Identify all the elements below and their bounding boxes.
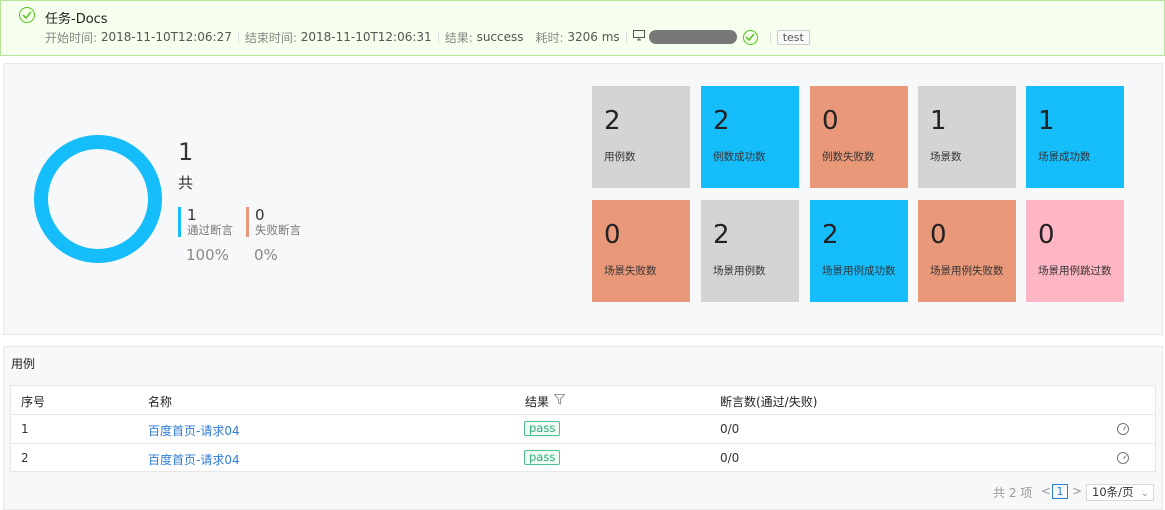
duration-label: 耗时:	[535, 30, 564, 45]
card-case-fail: 0 例数失败数	[810, 86, 908, 188]
task-meta: 开始时间: 2018-11-10T12:06:27 结束时间: 2018-11-…	[45, 29, 810, 45]
card-scene-count: 1 场景数	[918, 86, 1016, 188]
col-assertions: 断言数(通过/失败)	[720, 395, 818, 409]
result-badge: pass	[524, 450, 561, 465]
page-size-value: 10条/页	[1092, 485, 1134, 499]
start-value: 2018-11-10T12:06:27	[100, 30, 232, 44]
fail-label: 失败断言	[255, 223, 301, 237]
card-label: 场景用例成功数	[822, 265, 896, 277]
card-scene-fail: 0 场景失败数	[592, 200, 690, 302]
card-label: 场景数	[930, 151, 962, 163]
row-index: 2	[21, 451, 29, 465]
card-label: 例数失败数	[822, 151, 875, 163]
col-name: 名称	[148, 395, 173, 409]
row-assertions: 0/0	[720, 422, 740, 436]
total-label: 共	[178, 174, 194, 192]
cases-title: 用例	[11, 357, 36, 371]
pass-ring-chart	[34, 135, 162, 263]
card-label: 场景用例失败数	[930, 265, 1004, 277]
card-value: 0	[822, 106, 839, 136]
card-label: 场景成功数	[1038, 151, 1091, 163]
pagination-total: 共 2 项	[993, 486, 1033, 500]
start-label: 开始时间:	[45, 30, 98, 45]
case-name-link[interactable]: 百度首页-请求04	[148, 422, 240, 439]
fail-count: 0	[255, 206, 265, 224]
monitor-icon	[632, 30, 645, 44]
card-label: 场景失败数	[604, 265, 657, 277]
card-value: 1	[930, 106, 947, 136]
success-check-icon	[19, 7, 35, 23]
card-label: 例数成功数	[713, 151, 766, 163]
card-value: 2	[822, 220, 839, 250]
divider	[625, 31, 627, 43]
card-value: 0	[930, 220, 947, 250]
card-scene-case-success: 2 场景用例成功数	[810, 200, 908, 302]
result-badge: pass	[524, 421, 561, 436]
timer-icon[interactable]	[1117, 423, 1129, 435]
redacted-host	[648, 30, 737, 44]
end-label: 结束时间:	[244, 30, 297, 45]
page-size-select[interactable]: 10条/页 ⌄	[1086, 484, 1154, 501]
pass-count: 1	[187, 206, 197, 224]
case-name-link[interactable]: 百度首页-请求04	[148, 451, 240, 468]
cases-panel: 用例 序号 名称 结果 断言数(通过/失败) 1 百度首页-请求04 pass …	[3, 346, 1163, 510]
row-index: 1	[21, 422, 29, 436]
duration-value: 3206 ms	[567, 30, 620, 44]
divider	[237, 31, 239, 43]
filter-icon[interactable]	[553, 394, 566, 408]
timer-icon[interactable]	[1117, 452, 1129, 464]
card-case-count: 2 用例数	[592, 86, 690, 188]
card-value: 2	[713, 106, 730, 136]
card-value: 0	[604, 220, 621, 250]
fail-assertion-stat: 0 失败断言	[246, 207, 301, 237]
col-result: 结果	[525, 395, 550, 409]
summary-panel: 1 共 1 通过断言 100% 0 失败断言 0% 2 用例数 2 例数成功数 …	[3, 63, 1163, 335]
chevron-down-icon: ⌄	[1140, 488, 1149, 499]
card-value: 2	[604, 106, 621, 136]
host-ok-icon	[742, 29, 758, 45]
cases-table: 序号 名称 结果 断言数(通过/失败) 1 百度首页-请求04 pass 0/0…	[10, 385, 1156, 472]
table-row: 2 百度首页-请求04 pass 0/0	[11, 444, 1155, 473]
card-value: 2	[713, 220, 730, 250]
pass-assertion-stat: 1 通过断言	[178, 207, 233, 237]
divider	[769, 31, 771, 43]
card-value: 0	[1038, 220, 1055, 250]
prev-page-button[interactable]: <	[1041, 484, 1051, 498]
pass-label: 通过断言	[187, 223, 233, 237]
task-header: 任务-Docs 开始时间: 2018-11-10T12:06:27 结束时间: …	[0, 0, 1165, 56]
end-value: 2018-11-10T12:06:31	[300, 30, 432, 44]
card-label: 用例数	[604, 151, 636, 163]
card-scene-case-count: 2 场景用例数	[701, 200, 799, 302]
card-scene-success: 1 场景成功数	[1026, 86, 1124, 188]
col-index: 序号	[21, 395, 46, 409]
divider	[437, 31, 439, 43]
next-page-button[interactable]: >	[1072, 484, 1082, 498]
row-assertions: 0/0	[720, 451, 740, 465]
card-label: 场景用例跳过数	[1038, 265, 1112, 277]
total-count: 1	[178, 138, 194, 166]
card-case-success: 2 例数成功数	[701, 86, 799, 188]
card-value: 1	[1038, 106, 1055, 136]
task-title: 任务-Docs	[45, 12, 108, 27]
result-label: 结果:	[444, 30, 473, 45]
result-value: success	[476, 30, 524, 44]
fail-percent: 0%	[254, 246, 278, 264]
card-scene-case-skip: 0 场景用例跳过数	[1026, 200, 1124, 302]
card-label: 场景用例数	[713, 265, 766, 277]
table-row: 1 百度首页-请求04 pass 0/0	[11, 415, 1155, 444]
ring-pass-arc	[34, 135, 162, 263]
page-1-button[interactable]: 1	[1052, 484, 1068, 499]
card-scene-case-fail: 0 场景用例失败数	[918, 200, 1016, 302]
env-tag: test	[776, 29, 810, 45]
pass-percent: 100%	[186, 246, 229, 264]
table-header: 序号 名称 结果 断言数(通过/失败)	[11, 386, 1155, 415]
